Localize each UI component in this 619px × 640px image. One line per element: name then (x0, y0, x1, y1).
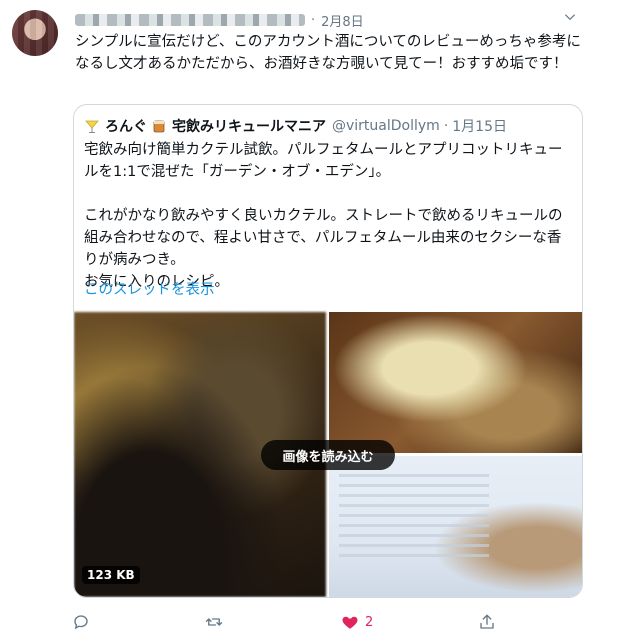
quote-handle[interactable]: @virtualDollym (332, 118, 440, 134)
reply-button[interactable] (72, 613, 90, 631)
quote-text: 宅飲み向け簡単カクテル試飲。パルフェタムールとアプリコットリキュールを1:1で混… (84, 142, 563, 290)
like-count: 2 (365, 614, 374, 630)
quoted-tweet[interactable]: ろんぐ 宅飲みリキュールマニア @virtualDollym · 1月15日 宅… (73, 104, 583, 598)
quote-author-name[interactable]: ろんぐ (105, 116, 147, 136)
media-image-3[interactable] (329, 456, 582, 597)
tweet-date[interactable]: 2月8日 (321, 11, 364, 30)
share-icon (480, 614, 494, 629)
glass-emoji-icon (153, 120, 165, 133)
reply-icon (74, 615, 88, 630)
media-image-2[interactable] (329, 312, 582, 453)
like-button[interactable]: 2 (341, 613, 373, 631)
separator-dot: · (311, 12, 316, 28)
show-thread-link[interactable]: このスレッドを表示 (84, 278, 215, 299)
heart-icon (342, 616, 358, 629)
author-name-blurred[interactable] (75, 14, 305, 26)
retweet-button[interactable] (205, 613, 223, 631)
retweet-icon (205, 618, 223, 626)
tweet-text: シンプルに宣伝だけど、このアカウント酒についてのレビューめっちゃ参考になるし文才… (75, 34, 581, 72)
cocktail-emoji-icon (85, 120, 99, 133)
load-images-button[interactable]: 画像を読み込む (261, 440, 395, 470)
quote-author-subname[interactable]: 宅飲みリキュールマニア (172, 116, 326, 136)
quote-header: ろんぐ 宅飲みリキュールマニア @virtualDollym · 1月15日 (84, 116, 507, 136)
quote-date[interactable]: 1月15日 (452, 116, 507, 136)
chevron-down-icon[interactable] (563, 10, 577, 24)
share-button[interactable] (478, 613, 496, 631)
tweet-actions: 2 (0, 613, 619, 635)
tweet-header: · 2月8日 (75, 10, 364, 30)
avatar[interactable] (12, 10, 58, 56)
quote-media-grid[interactable]: 画像を読み込む 123 KB (74, 312, 582, 597)
separator-dot: · (443, 118, 449, 134)
media-size-badge: 123 KB (82, 566, 140, 584)
